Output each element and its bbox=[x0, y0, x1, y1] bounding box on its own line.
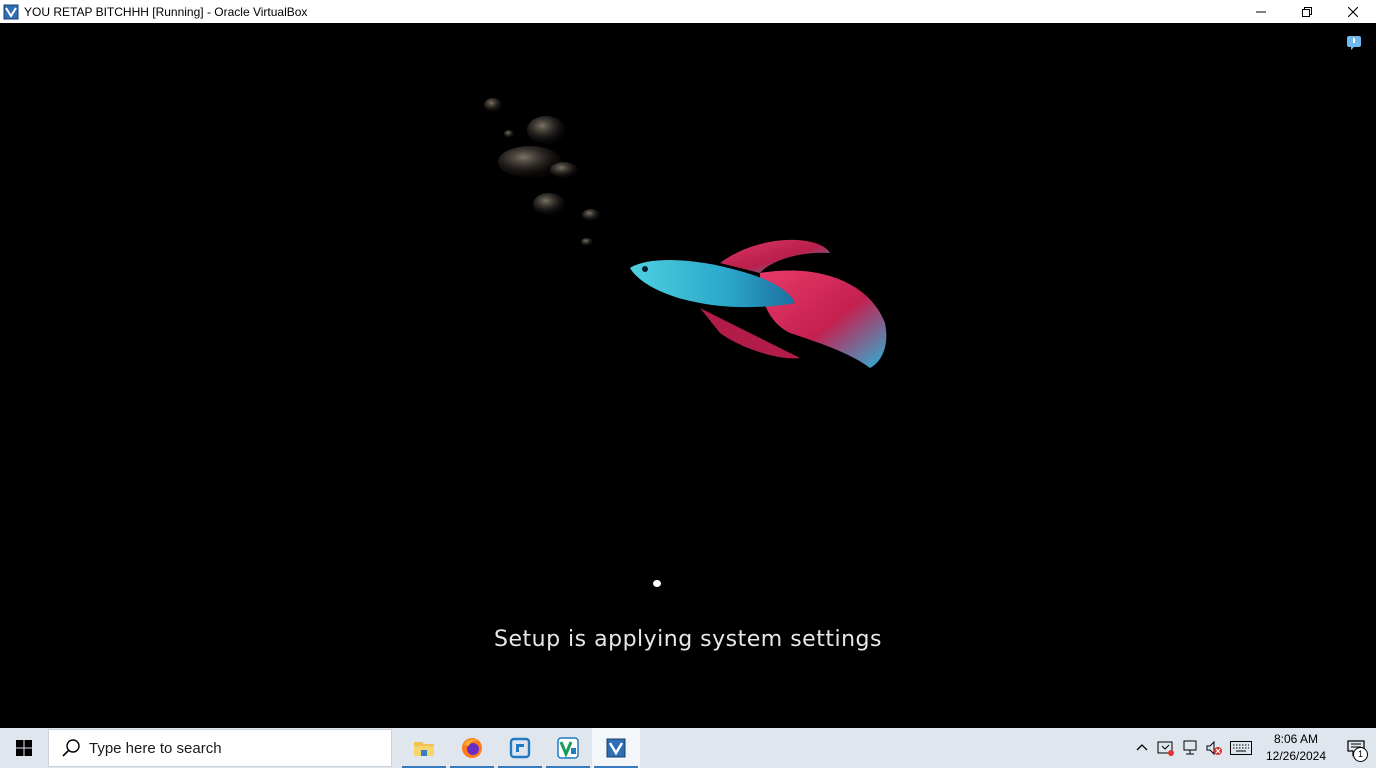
mouse-integration-icon[interactable] bbox=[1346, 35, 1362, 51]
taskbar-app-blue[interactable] bbox=[496, 728, 544, 768]
clock-date: 12/26/2024 bbox=[1265, 749, 1327, 763]
minimize-icon bbox=[1256, 11, 1266, 12]
setup-status-text: Setup is applying system settings bbox=[494, 627, 882, 652]
window-controls bbox=[1238, 0, 1376, 23]
security-icon bbox=[1157, 741, 1174, 756]
vm-display[interactable]: Setup is applying system settings bbox=[0, 23, 1376, 728]
search-placeholder: Type here to search bbox=[89, 739, 222, 757]
tray-security[interactable] bbox=[1154, 728, 1178, 768]
close-button[interactable] bbox=[1330, 0, 1376, 23]
network-icon bbox=[1183, 740, 1197, 755]
close-icon bbox=[1348, 6, 1358, 17]
clock-time: 8:06 AM bbox=[1273, 732, 1319, 746]
taskbar-app-file-explorer[interactable] bbox=[400, 728, 448, 768]
app-green-icon bbox=[557, 737, 579, 759]
taskbar: Type here to search 8:06 AM 12/26/2024 1 bbox=[0, 728, 1376, 768]
windows-logo-icon bbox=[16, 740, 32, 756]
start-button[interactable] bbox=[0, 728, 48, 768]
volume-muted-icon bbox=[1206, 740, 1222, 756]
bubbles bbox=[484, 98, 600, 246]
window-title: YOU RETAP BITCHHH [Running] - Oracle Vir… bbox=[24, 4, 308, 19]
notification-count-badge: 1 bbox=[1353, 747, 1368, 762]
search-icon bbox=[62, 739, 80, 757]
taskbar-app-firefox[interactable] bbox=[448, 728, 496, 768]
action-center-button[interactable]: 1 bbox=[1336, 728, 1376, 768]
tray-volume[interactable] bbox=[1202, 728, 1226, 768]
tray-network[interactable] bbox=[1178, 728, 1202, 768]
betta-fish bbox=[630, 239, 887, 368]
chevron-up-icon bbox=[1136, 744, 1148, 751]
app-blue-icon bbox=[509, 737, 531, 759]
restore-button[interactable] bbox=[1284, 0, 1330, 23]
tray-keyboard[interactable] bbox=[1226, 728, 1256, 768]
taskbar-app-virtualbox[interactable] bbox=[592, 728, 640, 768]
restore-icon bbox=[1302, 6, 1312, 17]
window-titlebar[interactable]: YOU RETAP BITCHHH [Running] - Oracle Vir… bbox=[0, 0, 1376, 23]
betta-fish-wallpaper bbox=[484, 98, 887, 368]
virtualbox-icon bbox=[606, 738, 626, 758]
minimize-button[interactable] bbox=[1238, 0, 1284, 23]
show-hidden-icons-button[interactable] bbox=[1130, 728, 1154, 768]
firefox-icon bbox=[462, 738, 482, 758]
taskbar-app-green[interactable] bbox=[544, 728, 592, 768]
taskbar-search-box[interactable]: Type here to search bbox=[48, 729, 392, 767]
file-explorer-icon bbox=[414, 742, 434, 756]
keyboard-icon bbox=[1230, 741, 1252, 755]
taskbar-clock[interactable]: 8:06 AM 12/26/2024 bbox=[1256, 731, 1336, 765]
system-tray: 8:06 AM 12/26/2024 1 bbox=[1130, 728, 1376, 768]
virtualbox-icon bbox=[3, 4, 19, 19]
loading-indicator bbox=[653, 580, 661, 587]
